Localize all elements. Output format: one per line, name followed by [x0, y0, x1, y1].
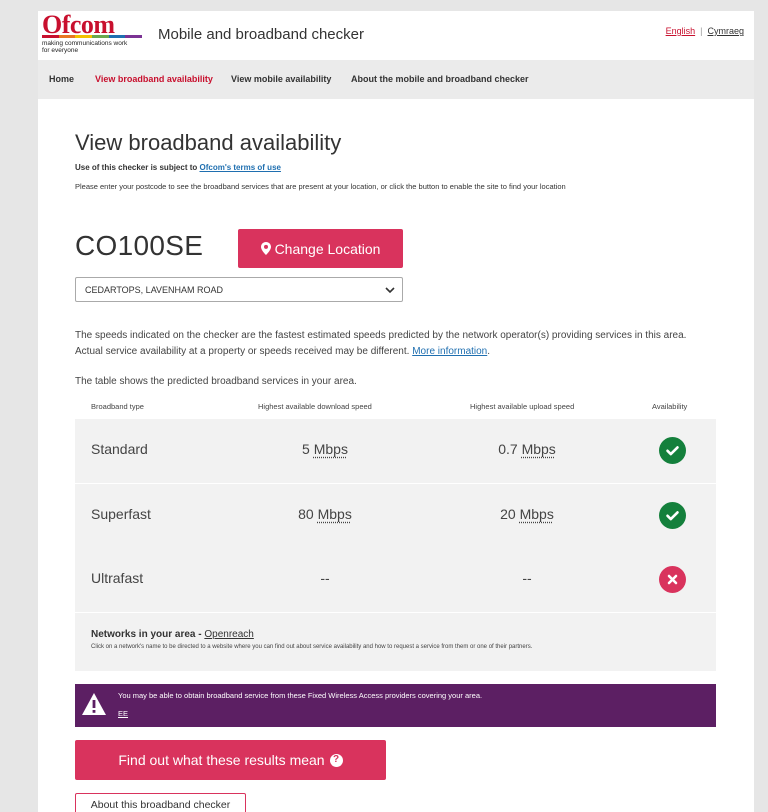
fwa-banner: You may be able to obtain broadband serv…: [75, 684, 716, 727]
intro-text: Please enter your postcode to see the br…: [75, 182, 566, 191]
main-nav: Home View broadband availability View mo…: [38, 60, 754, 99]
nav-broadband-availability[interactable]: View broadband availability: [95, 74, 213, 84]
nav-mobile-availability[interactable]: View mobile availability: [231, 74, 331, 84]
chevron-down-icon: [385, 287, 395, 294]
map-pin-icon: [260, 242, 271, 255]
row-upload: 0.7 Mbps: [498, 441, 556, 457]
header-upload-speed: Highest available upload speed: [470, 402, 575, 411]
site-header: Ofcom making communications work for eve…: [38, 10, 754, 60]
address-select-value: CEDARTOPS, LAVENHAM ROAD: [85, 284, 224, 295]
openreach-link[interactable]: Openreach: [204, 629, 253, 640]
table-caption: The table shows the predicted broadband …: [75, 376, 357, 387]
fwa-text: You may be able to obtain broadband serv…: [118, 691, 483, 700]
nav-home[interactable]: Home: [49, 74, 74, 84]
logo-color-bar: [42, 35, 143, 38]
change-location-label: Change Location: [274, 240, 381, 257]
lang-english-link[interactable]: English: [666, 26, 696, 36]
header-download-speed: Highest available download speed: [258, 402, 372, 411]
question-icon: ?: [329, 753, 343, 767]
lang-cymraeg-link[interactable]: Cymraeg: [707, 26, 744, 36]
warning-icon: [82, 693, 106, 715]
table-row: Ultrafast -- --: [75, 548, 716, 612]
row-download: --: [320, 570, 330, 586]
header-availability: Availability: [652, 402, 688, 411]
row-type: Ultrafast: [91, 570, 144, 586]
table-row: Superfast 80 Mbps 20 Mbps: [75, 484, 716, 548]
unit-mbps: Mbps: [313, 441, 348, 457]
unit-mbps: Mbps: [521, 441, 556, 457]
unit-mbps: Mbps: [317, 506, 352, 522]
row-type: Standard: [91, 441, 148, 457]
page-title: View broadband availability: [75, 130, 342, 155]
more-information-link[interactable]: More information: [412, 346, 487, 357]
networks-label: Networks in your area - Openreach: [91, 629, 254, 640]
logo-tagline: making communications work for everyone: [42, 40, 128, 54]
row-download: 80 Mbps: [298, 506, 352, 522]
ee-link[interactable]: EE: [118, 709, 128, 718]
ofcom-logo[interactable]: Ofcom making communications work for eve…: [42, 10, 143, 58]
main-content: View broadband availability Use of this …: [38, 99, 754, 812]
address-select[interactable]: CEDARTOPS, LAVENHAM ROAD: [75, 277, 403, 302]
row-type: Superfast: [91, 506, 151, 522]
lang-separator: |: [700, 26, 703, 36]
terms-notice: Use of this checker is subject to Ofcom'…: [75, 163, 281, 172]
header-broadband-type: Broadband type: [91, 402, 144, 411]
table-row: Standard 5 Mbps 0.7 Mbps: [75, 419, 716, 483]
row-upload: 20 Mbps: [500, 506, 554, 522]
terms-of-use-link[interactable]: Ofcom's terms of use: [199, 163, 280, 172]
row-download: 5 Mbps: [302, 441, 348, 457]
row-upload: --: [522, 570, 532, 586]
networks-panel: Networks in your area - Openreach Click …: [75, 613, 716, 671]
language-switcher: English | Cymraeg: [666, 26, 744, 36]
available-check-icon: [659, 502, 686, 529]
about-checker-button[interactable]: About this broadband checker: [75, 793, 246, 812]
nav-about-checker[interactable]: About the mobile and broadband checker: [351, 74, 529, 84]
postcode-display: CO100SE: [75, 230, 204, 261]
networks-note: Click on a network's name to be directed…: [91, 644, 533, 650]
unit-mbps: Mbps: [519, 506, 554, 522]
available-check-icon: [659, 437, 686, 464]
unavailable-cross-icon: [659, 566, 686, 593]
site-title: Mobile and broadband checker: [158, 26, 364, 43]
change-location-button[interactable]: Change Location: [238, 229, 403, 268]
speed-disclaimer: The speeds indicated on the checker are …: [75, 330, 687, 357]
results-meaning-button[interactable]: Find out what these results mean ?: [75, 740, 386, 780]
results-meaning-label: Find out what these results mean: [118, 752, 325, 768]
